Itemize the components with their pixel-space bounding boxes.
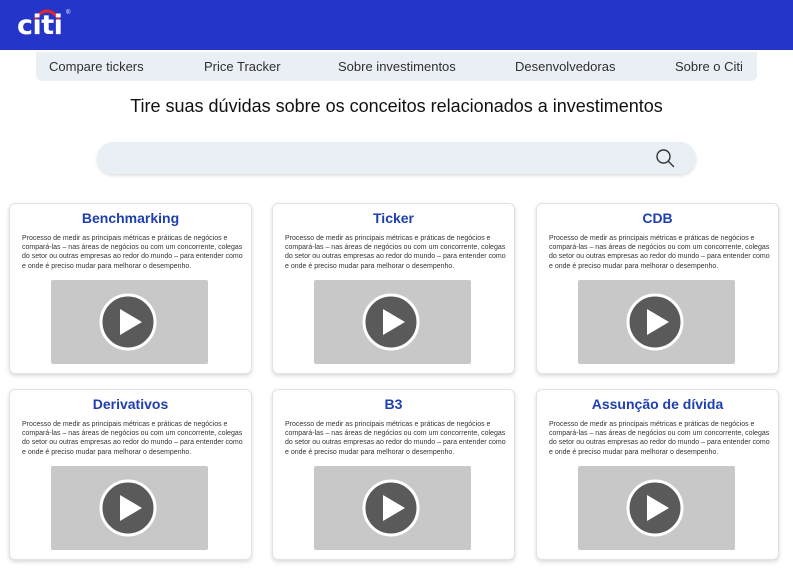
nav-item-desenvolvedoras[interactable]: Desenvolvedoras bbox=[515, 59, 615, 74]
logo-registered-mark: ® bbox=[66, 10, 71, 16]
video-thumbnail[interactable] bbox=[51, 466, 208, 550]
main-nav: Compare tickers Price Tracker Sobre inve… bbox=[36, 52, 757, 81]
video-thumbnail[interactable] bbox=[578, 280, 735, 364]
play-icon[interactable] bbox=[626, 479, 684, 537]
card-b3: B3 Processo de medir as principais métri… bbox=[272, 389, 515, 560]
card-title: Ticker bbox=[373, 210, 414, 226]
card-title: Assunção de dívida bbox=[591, 396, 724, 412]
video-thumbnail[interactable] bbox=[314, 466, 471, 550]
play-icon[interactable] bbox=[99, 479, 157, 537]
nav-item-compare-tickers[interactable]: Compare tickers bbox=[49, 59, 144, 74]
card-title: B3 bbox=[384, 396, 403, 412]
card-description: Processo de medir as principais métricas… bbox=[285, 421, 506, 456]
card-description: Processo de medir as principais métricas… bbox=[22, 235, 243, 270]
logo-text: citi bbox=[17, 10, 63, 41]
top-header: citi ® bbox=[0, 0, 793, 50]
card-derivativos: Derivativos Processo de medir as princip… bbox=[9, 389, 252, 560]
video-thumbnail[interactable] bbox=[51, 280, 208, 364]
play-icon[interactable] bbox=[362, 293, 420, 351]
search-bar[interactable] bbox=[97, 142, 696, 174]
video-thumbnail[interactable] bbox=[314, 280, 471, 364]
card-description: Processo de medir as principais métricas… bbox=[22, 421, 243, 456]
play-icon[interactable] bbox=[99, 293, 157, 351]
citi-logo[interactable]: citi ® bbox=[17, 6, 75, 42]
card-title: Derivativos bbox=[92, 396, 169, 412]
play-icon[interactable] bbox=[362, 479, 420, 537]
card-description: Processo de medir as principais métricas… bbox=[549, 235, 770, 270]
card-description: Processo de medir as principais métricas… bbox=[549, 421, 770, 456]
nav-item-price-tracker[interactable]: Price Tracker bbox=[204, 59, 281, 74]
play-icon[interactable] bbox=[626, 293, 684, 351]
card-ticker: Ticker Processo de medir as principais m… bbox=[272, 203, 515, 374]
card-benchmarking: Benchmarking Processo de medir as princi… bbox=[9, 203, 252, 374]
card-title: CDB bbox=[642, 210, 673, 226]
nav-item-sobre-o-citi[interactable]: Sobre o Citi bbox=[675, 59, 743, 74]
page-title: Tire suas dúvidas sobre os conceitos rel… bbox=[130, 96, 663, 116]
card-title: Benchmarking bbox=[81, 210, 180, 226]
search-input[interactable] bbox=[111, 146, 645, 172]
card-description: Processo de medir as principais métricas… bbox=[285, 235, 506, 270]
card-assuncao-de-divida: Assunção de dívida Processo de medir as … bbox=[536, 389, 779, 560]
search-icon[interactable] bbox=[655, 148, 675, 168]
card-cdb: CDB Processo de medir as principais métr… bbox=[536, 203, 779, 374]
video-thumbnail[interactable] bbox=[578, 466, 735, 550]
nav-item-sobre-investimentos[interactable]: Sobre investimentos bbox=[338, 59, 456, 74]
